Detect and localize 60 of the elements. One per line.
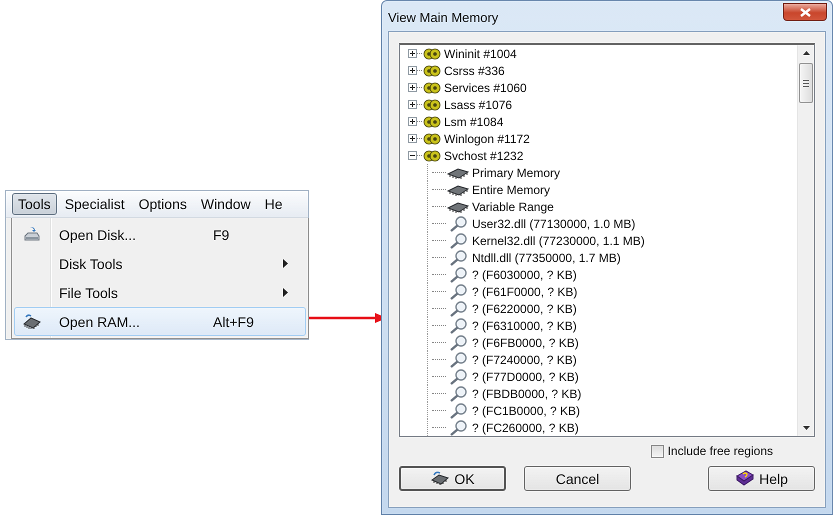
menu-bar-item[interactable]: He [258, 193, 289, 215]
menu-bar-item[interactable]: Window [194, 193, 257, 215]
memory-node[interactable]: Ntdll.dll (77350000, 1.7 MB) [472, 250, 621, 264]
scrollbar-thumb[interactable] [799, 63, 813, 103]
window-title: View Main Memory [388, 10, 498, 25]
memory-node[interactable]: ? (F7240000, ? KB) [472, 352, 577, 366]
vertical-scrollbar[interactable] [797, 45, 814, 436]
scroll-up-icon [802, 51, 810, 55]
disk-drive-icon [23, 226, 41, 242]
checkbox[interactable] [650, 444, 664, 458]
dialog-button[interactable]: Cancel [524, 466, 631, 491]
scroll-down-icon [802, 426, 810, 430]
expand-toggle[interactable] [408, 83, 417, 92]
menu-bar-item[interactable]: Options [132, 193, 193, 215]
memory-node[interactable]: Kernel32.dll (77230000, 1.1 MB) [472, 234, 645, 248]
menu-item[interactable]: Open Disk... F9 [14, 220, 306, 249]
close-button[interactable] [783, 3, 827, 21]
help-book-icon [735, 470, 756, 487]
memory-node[interactable]: ? (F77D0000, ? KB) [472, 370, 579, 384]
submenu-arrow-icon [283, 288, 288, 297]
expand-toggle[interactable] [408, 151, 417, 160]
expand-toggle[interactable] [408, 117, 417, 126]
memory-chip-icon [447, 166, 469, 180]
memory-chip-icon [447, 182, 469, 196]
expand-toggle[interactable] [408, 49, 417, 58]
memory-chip-icon [430, 471, 450, 486]
process-node[interactable]: Wininit #1004 [444, 46, 517, 60]
checkbox-label: Include free regions [668, 444, 773, 458]
expand-toggle[interactable] [408, 66, 417, 75]
submenu-arrow-icon [283, 259, 288, 268]
memory-node[interactable]: ? (F6220000, ? KB) [472, 302, 577, 316]
memory-node[interactable]: ? (FC260000, ? KB) [472, 420, 579, 434]
memory-chip-icon [447, 200, 469, 214]
memory-node[interactable]: ? (FBDB0000, ? KB) [472, 386, 582, 400]
dialog-button[interactable]: Help [708, 466, 815, 491]
memory-node[interactable]: Primary Memory [472, 166, 560, 180]
menu-bar-item[interactable]: Tools [12, 193, 57, 215]
memory-chip-icon [22, 314, 42, 330]
memory-node[interactable]: ? (F6310000, ? KB) [472, 318, 577, 332]
process-node[interactable]: Services #1060 [444, 80, 527, 94]
menu-item[interactable]: Disk Tools [14, 249, 306, 278]
memory-node[interactable]: Entire Memory [472, 182, 550, 196]
process-node[interactable]: Winlogon #1172 [444, 132, 530, 146]
menu-item[interactable]: Open RAM... Alt+F9 [14, 307, 306, 336]
memory-node[interactable]: ? (F6FB0000, ? KB) [472, 336, 579, 350]
memory-node[interactable]: ? (FC1B0000, ? KB) [472, 404, 580, 418]
process-node[interactable]: Lsass #1076 [444, 98, 512, 112]
close-icon [800, 8, 810, 16]
process-node[interactable]: Lsm #1084 [444, 114, 504, 128]
menu-item[interactable]: File Tools [14, 278, 306, 307]
memory-node[interactable]: Variable Range [472, 200, 554, 214]
memory-node[interactable]: ? (F61F0000, ? KB) [472, 284, 578, 298]
process-node[interactable]: Svchost #1232 [444, 148, 524, 162]
memory-node[interactable]: User32.dll (77130000, 1.0 MB) [472, 216, 636, 230]
dialog-button[interactable]: OK [399, 466, 506, 491]
memory-node[interactable]: ? (F6030000, ? KB) [472, 268, 577, 282]
expand-toggle[interactable] [408, 100, 417, 109]
menu-bar-item[interactable]: Specialist [58, 193, 131, 215]
process-node[interactable]: Csrss #336 [444, 64, 505, 78]
expand-toggle[interactable] [408, 134, 417, 143]
